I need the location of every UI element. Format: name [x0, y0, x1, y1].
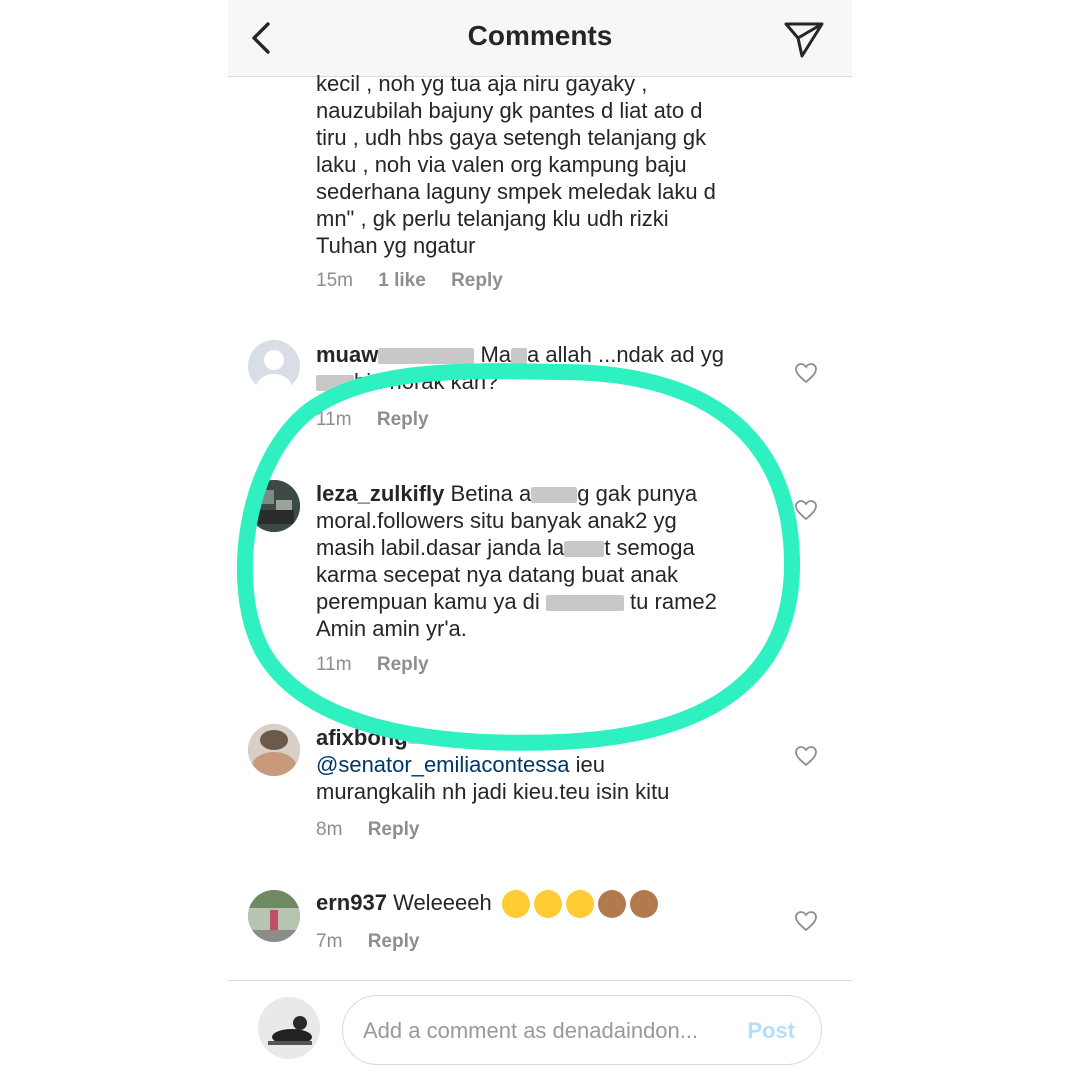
comment-text: ern937 Weleeeeh	[316, 889, 776, 919]
redacted-text	[407, 734, 468, 745]
comment-meta: 15m 1 like Reply	[316, 270, 523, 292]
comment-fragment: Weleeeeh	[393, 890, 492, 915]
comments-screen: Comments kecil , noh yg tua aja niru gay…	[228, 0, 852, 1081]
comment-input[interactable]: Add a comment as denadaindon... Post	[342, 995, 822, 1065]
comment-meta: 11m Reply	[316, 654, 449, 676]
comment-fragment: g gak punya	[577, 481, 698, 506]
comment-meta: 7m Reply	[316, 931, 439, 953]
see-no-evil-monkey-icon	[597, 890, 626, 919]
comment-meta: 8m Reply	[316, 819, 439, 841]
redacted-text	[531, 487, 578, 504]
comment-text: leza_zulkifly Betina a g gak punya moral.…	[316, 480, 776, 642]
redacted-text	[564, 541, 605, 558]
comment-fragment: murangkalih nh jadi kieu.teu isin kitu	[316, 779, 670, 804]
avatar[interactable]	[248, 340, 300, 392]
redacted-text	[378, 348, 475, 365]
comment-fragment: moral.followers situ banyak anak2 yg	[316, 508, 677, 533]
reply-button[interactable]: Reply	[368, 819, 420, 840]
comment-time: 15m	[316, 270, 353, 291]
current-user-avatar	[258, 997, 320, 1059]
comment-fragment: bin norak kah?	[354, 369, 499, 394]
reply-button[interactable]: Reply	[451, 270, 503, 291]
send-direct-icon[interactable]	[780, 16, 828, 60]
default-avatar-icon	[256, 350, 292, 392]
redacted-text	[511, 348, 528, 365]
comment-fragment: Betina a	[450, 481, 532, 506]
reply-button[interactable]: Reply	[368, 931, 420, 952]
comment-username[interactable]: ern937	[316, 890, 387, 915]
user-photo-icon	[248, 480, 300, 532]
avatar[interactable]	[248, 724, 300, 776]
comment-input-placeholder: Add a comment as denadaindon...	[363, 1018, 699, 1043]
heart-outline-icon[interactable]	[794, 499, 818, 521]
comment-likes-link[interactable]: 1 like	[378, 270, 426, 291]
post-button[interactable]: Post	[747, 1018, 795, 1044]
comment-text: muaw Ma a allah ...ndak ad yg bin norak k…	[316, 341, 776, 395]
comment-fragment: Amin amin yr'a.	[316, 616, 467, 641]
reply-button[interactable]: Reply	[377, 654, 429, 675]
redacted-text	[316, 375, 354, 392]
heart-outline-icon[interactable]	[794, 362, 818, 384]
reply-button[interactable]: Reply	[377, 409, 429, 430]
user-photo-icon	[248, 724, 300, 776]
comment-text: afixbong @senator_emiliacontessa ieu mur…	[316, 724, 776, 805]
comment-fragment: perempuan kamu ya di	[316, 589, 540, 614]
squinting-face-with-tongue-icon	[565, 890, 594, 919]
comment-fragment: ieu	[569, 752, 605, 777]
comment-composer: Add a comment as denadaindon... Post	[228, 980, 852, 1081]
comment-fragment: Ma	[480, 342, 512, 367]
comment-username[interactable]: leza_zulkifly	[316, 481, 444, 506]
comment-time: 8m	[316, 819, 343, 840]
header-bar: Comments	[228, 0, 852, 77]
heart-outline-icon[interactable]	[794, 745, 818, 767]
comment-fragment: tu rame2	[630, 589, 717, 614]
comment-fragment: karma secepat nya datang buat anak	[316, 562, 679, 587]
comment-time: 7m	[316, 931, 343, 952]
comment-time: 11m	[316, 654, 352, 675]
user-photo-icon	[248, 890, 300, 942]
squinting-face-with-tongue-icon	[501, 890, 530, 919]
comment-time: 11m	[316, 409, 352, 430]
comment-text: kecil , noh yg tua aja niru gayaky , nau…	[316, 71, 716, 258]
heart-outline-icon[interactable]	[794, 910, 818, 932]
mention-link[interactable]: @senator_emiliacontessa	[316, 752, 569, 777]
page-title: Comments	[467, 20, 613, 51]
avatar[interactable]	[248, 480, 300, 532]
comment-fragment: a allah ...ndak ad yg	[527, 342, 724, 367]
avatar[interactable]	[248, 890, 300, 942]
comment-username[interactable]: afixbong	[316, 725, 408, 750]
comment-fragment: t semoga	[604, 535, 695, 560]
redacted-text	[545, 595, 624, 612]
comment-username[interactable]: muaw	[316, 342, 378, 367]
comment-fragment: masih labil.dasar janda la	[316, 535, 565, 560]
comment-meta: 11m Reply	[316, 409, 449, 431]
see-no-evil-monkey-icon	[629, 890, 658, 919]
user-photo-icon	[258, 997, 320, 1059]
squinting-face-with-tongue-icon	[533, 890, 562, 919]
